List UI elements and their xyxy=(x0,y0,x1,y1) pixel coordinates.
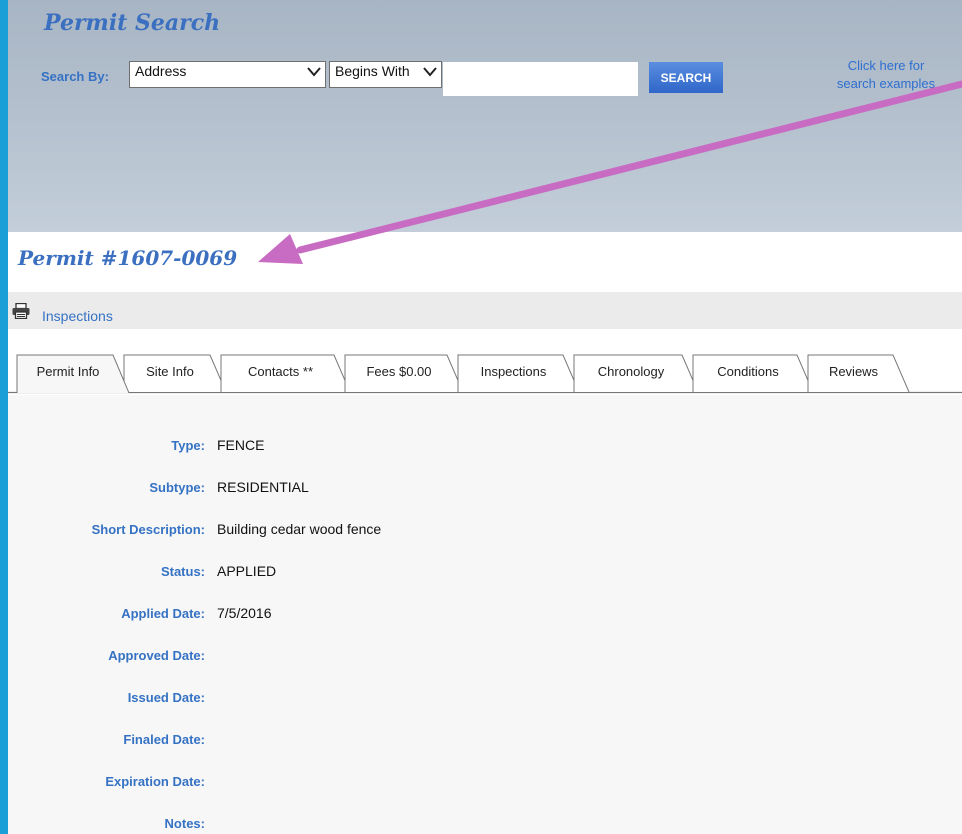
chevron-down-icon xyxy=(423,67,437,77)
permit-number: Permit #1607-0069 xyxy=(18,246,238,270)
detail-value: FENCE xyxy=(217,437,265,453)
detail-value: Building cedar wood fence xyxy=(217,521,382,537)
detail-label: Notes: xyxy=(164,816,205,831)
permit-toolbar: Inspections xyxy=(8,292,962,329)
tab-fees-0-00[interactable]: Fees $0.00 xyxy=(345,364,453,379)
tab-chronology[interactable]: Chronology xyxy=(574,364,688,379)
detail-label: Type: xyxy=(171,438,205,453)
detail-label: Applied Date: xyxy=(121,606,205,621)
permit-tabs: Permit Info Site Info Contacts ** Fees $0.0… xyxy=(8,329,962,395)
permit-details: Type: FENCE Subtype: RESIDENTIAL Short Descr… xyxy=(8,395,962,834)
search-examples-link-line2: search examples xyxy=(836,76,936,91)
search-panel: Permit Search Search By: Address Begins … xyxy=(8,0,962,232)
tab-inspections[interactable]: Inspections xyxy=(458,364,569,379)
tab-conditions[interactable]: Conditions xyxy=(693,364,803,379)
chevron-down-icon xyxy=(307,67,321,77)
search-input[interactable] xyxy=(443,62,638,96)
printer-icon[interactable] xyxy=(12,303,30,319)
search-match-select[interactable]: Begins With xyxy=(329,61,442,88)
tab-contacts[interactable]: Contacts ** xyxy=(221,364,340,379)
search-field-selected-value: Address xyxy=(135,63,187,79)
search-examples-link-line1: Click here for xyxy=(847,58,925,73)
search-by-label: Search By: xyxy=(41,69,109,84)
detail-label: Status: xyxy=(160,564,205,579)
tab-reviews[interactable]: Reviews xyxy=(808,364,899,379)
tab-permit-info[interactable]: Permit Info xyxy=(17,364,119,379)
detail-label: Expiration Date: xyxy=(105,774,205,789)
search-button[interactable]: SEARCH xyxy=(649,62,723,93)
search-match-selected-value: Begins With xyxy=(335,63,410,79)
tab-site-info[interactable]: Site Info xyxy=(124,364,216,379)
detail-value: 7/5/2016 xyxy=(217,605,272,621)
detail-value: APPLIED xyxy=(217,563,277,579)
detail-label: Short Description: xyxy=(91,522,205,537)
detail-label: Subtype: xyxy=(149,480,205,495)
search-title: Permit Search xyxy=(44,10,221,36)
tab-strip-shapes xyxy=(8,354,962,394)
detail-label: Issued Date: xyxy=(127,690,205,705)
detail-value: RESIDENTIAL xyxy=(217,479,309,495)
app-frame: Permit Search Search By: Address Begins … xyxy=(8,0,962,834)
inspections-print-link[interactable]: Inspections xyxy=(42,308,113,324)
detail-label: Finaled Date: xyxy=(123,732,205,747)
permit-header: Permit #1607-0069 xyxy=(8,232,962,292)
search-examples-link[interactable]: Click here for search examples xyxy=(816,57,956,93)
detail-label: Approved Date: xyxy=(108,648,205,663)
search-field-select[interactable]: Address xyxy=(129,61,326,88)
